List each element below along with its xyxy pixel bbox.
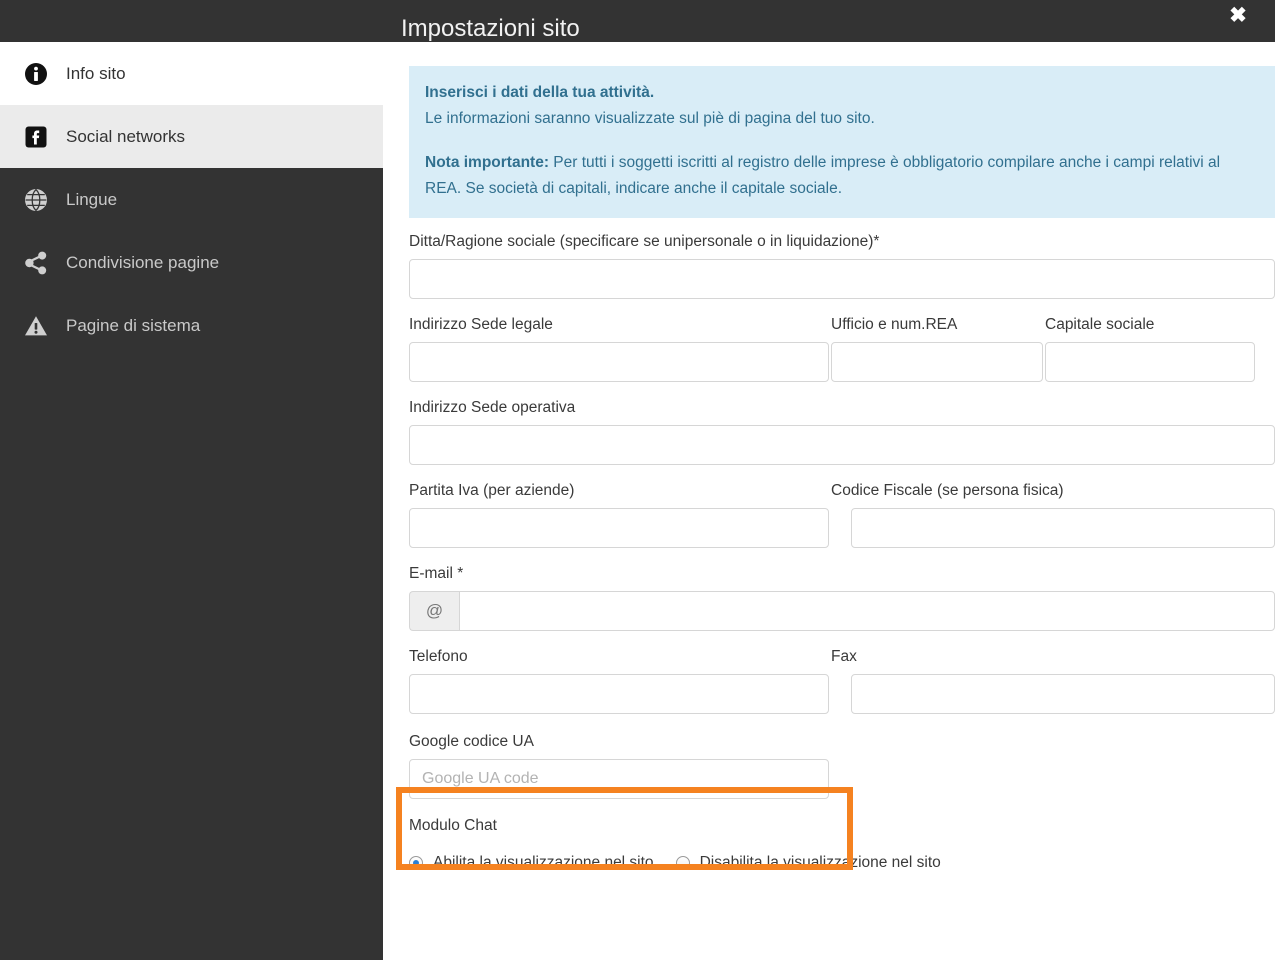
fax-label: Fax [831, 648, 857, 665]
radio-chat-disable-label: Disabilita la visualizzazione nel sito [699, 854, 941, 871]
ufficio-rea-input[interactable] [831, 342, 1043, 382]
globe-icon [24, 187, 54, 213]
ragione-sociale-label: Ditta/Ragione sociale (specificare se un… [409, 233, 880, 250]
field-row-partita-iva: Partita Iva (per aziende) Codice Fiscale… [409, 481, 1275, 548]
radio-chat-enable[interactable]: Abilita la visualizzazione nel sito [409, 854, 654, 872]
radio-chat-enable-label: Abilita la visualizzazione nel sito [433, 854, 654, 871]
page-title: Impostazioni sito [401, 15, 580, 42]
sede-legale-input[interactable] [409, 342, 829, 382]
capitale-sociale-input[interactable] [1045, 342, 1255, 382]
ufficio-rea-label: Ufficio e num.REA [831, 316, 958, 333]
sede-operativa-input[interactable] [409, 425, 1275, 465]
field-row-ragione-sociale: Ditta/Ragione sociale (specificare se un… [409, 232, 1275, 299]
sede-operativa-label: Indirizzo Sede operativa [409, 399, 576, 416]
sidebar-item-condivisione-pagine[interactable]: Condivisione pagine [0, 231, 383, 294]
email-input-group: @ [409, 591, 1275, 631]
capitale-sociale-label: Capitale sociale [1045, 316, 1155, 333]
field-row-sede-operativa: Indirizzo Sede operativa [409, 398, 1275, 465]
sidebar-item-social-networks[interactable]: Social networks [0, 105, 383, 168]
radio-dot-icon [409, 856, 423, 870]
google-ua-label: Google codice UA [409, 733, 534, 750]
modulo-chat-label: Modulo Chat [409, 817, 497, 834]
sidebar-item-label: Lingue [66, 189, 118, 209]
banner-heading: Inserisci i dati della tua attività. [425, 84, 655, 101]
site-info-form: Ditta/Ragione sociale (specificare se un… [409, 232, 1275, 872]
modulo-chat-radio-group: Abilita la visualizzazione nel sito Disa… [409, 854, 1275, 872]
close-icon[interactable]: ✖ [1225, 3, 1251, 29]
email-label: E-mail * [409, 565, 464, 582]
sidebar: Info sito Social networks Lingue Condivi… [0, 42, 383, 960]
settings-panel: Inserisci i dati della tua attività. Le … [383, 42, 1275, 960]
sidebar-item-lingue[interactable]: Lingue [0, 168, 383, 231]
telefono-input[interactable] [409, 674, 829, 714]
sidebar-item-label: Social networks [66, 126, 186, 146]
field-row-google-ua: Google codice UA [409, 732, 1275, 799]
email-input[interactable] [459, 591, 1275, 631]
facebook-icon [24, 124, 54, 150]
window-title-bar: Impostazioni sito ✖ [0, 0, 1275, 42]
banner-note: Nota importante: Per tutti i soggetti is… [425, 150, 1259, 202]
warning-triangle-icon [24, 313, 54, 339]
sede-legale-label: Indirizzo Sede legale [409, 316, 553, 333]
sidebar-item-label: Info sito [66, 63, 126, 83]
field-row-email: E-mail * @ [409, 564, 1275, 631]
radio-dot-icon [675, 856, 690, 870]
partita-iva-input[interactable] [409, 508, 829, 548]
partita-iva-label: Partita Iva (per aziende) [409, 482, 575, 499]
sidebar-item-info-sito[interactable]: Info sito [0, 42, 383, 105]
banner-subtext: Le informazioni saranno visualizzate sul… [425, 110, 875, 127]
banner-note-label: Nota importante: [425, 154, 549, 171]
codice-fiscale-label: Codice Fiscale (se persona fisica) [831, 482, 1064, 499]
field-row-sede-legale: Indirizzo Sede legale Ufficio e num.REA … [409, 315, 1275, 382]
sidebar-item-label: Pagine di sistema [66, 315, 201, 335]
field-row-telefono: Telefono Fax [409, 647, 1275, 714]
radio-chat-disable[interactable]: Disabilita la visualizzazione nel sito [675, 854, 941, 872]
telefono-label: Telefono [409, 648, 468, 665]
sidebar-item-pagine-di-sistema[interactable]: Pagine di sistema [0, 294, 383, 357]
field-row-modulo-chat: Modulo Chat Abilita la visualizzazione n… [409, 816, 1275, 872]
fax-input[interactable] [851, 674, 1275, 714]
info-circle-icon [24, 61, 54, 87]
ragione-sociale-input[interactable] [409, 259, 1275, 299]
at-sign-icon: @ [409, 591, 459, 631]
info-banner: Inserisci i dati della tua attività. Le … [409, 66, 1275, 218]
codice-fiscale-input[interactable] [851, 508, 1275, 548]
google-ua-input[interactable] [409, 759, 829, 799]
share-nodes-icon [24, 250, 54, 276]
sidebar-item-label: Condivisione pagine [66, 252, 220, 272]
